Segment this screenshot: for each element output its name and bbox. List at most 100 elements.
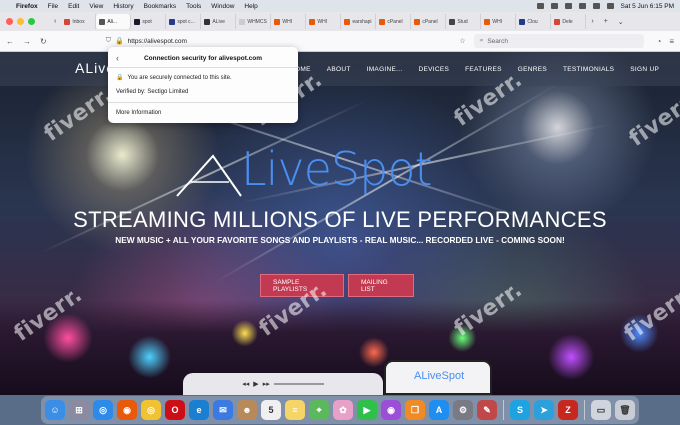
filezilla-icon[interactable]: Z	[558, 400, 578, 420]
menu-app-name[interactable]: Firefox	[16, 3, 38, 10]
player-track	[273, 383, 324, 385]
popup-title: Connection security for alivespot.com	[143, 55, 263, 62]
downloads-icon[interactable]: ▭	[591, 400, 611, 420]
shield-icon[interactable]: ⛉	[106, 37, 111, 45]
forward-arrow-icon[interactable]: →	[23, 37, 31, 46]
lock-icon: 🔒	[116, 75, 124, 81]
nav-sign-up[interactable]: SIGN UP	[630, 66, 659, 73]
search-placeholder: Search	[487, 37, 508, 45]
favicon-icon	[484, 18, 491, 25]
zoom-window-button[interactable]	[28, 18, 35, 25]
menu-help[interactable]: Help	[244, 3, 257, 10]
tab-label: WHI	[492, 18, 503, 25]
browser-tab[interactable]: Dele	[551, 14, 587, 29]
tab-label: spot	[142, 18, 152, 25]
facetime-icon[interactable]: ▶	[357, 400, 377, 420]
browser-tab[interactable]: spot c...	[166, 14, 202, 29]
browser-tab[interactable]: ALive	[201, 14, 237, 29]
browser-tab[interactable]: WHMCS	[236, 14, 272, 29]
telegram-icon[interactable]: ➤	[534, 400, 554, 420]
address-bar[interactable]: ⛉ 🔒 https://alivespot.com ☆	[106, 34, 466, 48]
launchpad-icon[interactable]: ⊞	[69, 400, 89, 420]
hero-logo: LiveSpot	[175, 142, 515, 202]
browser-tab[interactable]: cPanel	[411, 14, 447, 29]
favicon-icon	[239, 18, 246, 25]
app-store-icon[interactable]: A	[429, 400, 449, 420]
tab-list-chevron-icon[interactable]: ⌄	[618, 18, 624, 26]
browser-tab[interactable]: WHI	[306, 14, 342, 29]
browser-tab[interactable]: Ali...	[96, 14, 132, 29]
hamburger-menu-icon[interactable]: ≡	[669, 37, 674, 46]
browser-tab[interactable]: cPanel	[376, 14, 412, 29]
close-window-button[interactable]	[6, 18, 13, 25]
chrome-icon[interactable]: ◎	[141, 400, 161, 420]
safari-icon[interactable]: ◎	[93, 400, 113, 420]
browser-tab[interactable]: WHI	[271, 14, 307, 29]
nav-genres[interactable]: GENRES	[518, 66, 547, 73]
contacts-icon[interactable]: ☻	[237, 400, 257, 420]
menu-window[interactable]: Window	[211, 3, 234, 10]
nav-devices[interactable]: DEVICES	[418, 66, 449, 73]
secure-text: You are securely connected to this site.	[127, 74, 232, 81]
new-tab-plus-icon[interactable]: +	[604, 18, 608, 25]
browser-tab[interactable]: earshapi	[341, 14, 377, 29]
tray-icon[interactable]	[536, 3, 544, 9]
menu-tools[interactable]: Tools	[186, 3, 201, 10]
back-arrow-icon[interactable]: ←	[6, 37, 14, 46]
favicon-icon	[204, 18, 211, 25]
trash-icon[interactable]: 🗑	[615, 400, 635, 420]
notes-icon[interactable]: ≡	[285, 400, 305, 420]
browser-tab[interactable]: Inbox	[61, 14, 97, 29]
pocket-icon[interactable]: ◔	[656, 37, 661, 46]
podcasts-icon[interactable]: ◉	[381, 400, 401, 420]
watermark: fiverr.	[39, 82, 118, 147]
browser-tab[interactable]: WHI	[481, 14, 517, 29]
mail-icon[interactable]: ✉	[213, 400, 233, 420]
tray-icon[interactable]	[564, 3, 572, 9]
nav-about[interactable]: ABOUT	[327, 66, 351, 73]
menu-file[interactable]: File	[48, 3, 58, 10]
calendar-icon[interactable]: 5	[261, 400, 281, 420]
nav-testimonials[interactable]: TESTIMONIALS	[563, 66, 614, 73]
firefox-icon[interactable]: ◉	[117, 400, 137, 420]
skype-icon[interactable]: S	[510, 400, 530, 420]
minimize-window-button[interactable]	[17, 18, 24, 25]
search-icon[interactable]	[592, 3, 600, 9]
search-input[interactable]: ⌕ Search	[473, 34, 644, 48]
menu-edit[interactable]: Edit	[68, 3, 79, 10]
menu-history[interactable]: History	[113, 3, 133, 10]
tab-label: cPanel	[387, 18, 403, 25]
books-icon[interactable]: ❐	[405, 400, 425, 420]
photos-icon[interactable]: ✿	[333, 400, 353, 420]
browser-tab[interactable]: Stud	[446, 14, 482, 29]
lock-icon[interactable]: 🔒	[115, 37, 124, 45]
bookmark-star-icon[interactable]: ☆	[459, 37, 465, 45]
url-text[interactable]: https://alivespot.com	[128, 38, 187, 45]
system-preferences-icon[interactable]: ⚙	[453, 400, 473, 420]
secure-row: 🔒 You are securely connected to this sit…	[116, 74, 232, 82]
tray-icon[interactable]	[550, 3, 558, 9]
tab-label: WHI	[317, 18, 328, 25]
menu-bookmarks[interactable]: Bookmarks	[144, 3, 177, 10]
dock-separator	[503, 400, 504, 420]
chevron-right-icon[interactable]: ›	[591, 18, 593, 25]
menubar-clock[interactable]: Sat 5 Jun 6:15 PM	[621, 3, 674, 10]
more-information-link[interactable]: More Information	[116, 110, 161, 116]
nav-features[interactable]: FEATURES	[465, 66, 502, 73]
mailing-list-button[interactable]: MAILING LIST	[348, 274, 414, 297]
favicon-icon	[344, 18, 351, 25]
wifi-icon[interactable]	[578, 3, 586, 9]
menu-view[interactable]: View	[89, 3, 103, 10]
opera-icon[interactable]: O	[165, 400, 185, 420]
browser-tab[interactable]: spot	[131, 14, 167, 29]
browser-tab[interactable]: Clou	[516, 14, 552, 29]
reload-icon[interactable]: ↻	[40, 37, 47, 46]
photo-editor-icon[interactable]: ✎	[477, 400, 497, 420]
control-center-icon[interactable]	[606, 3, 614, 9]
tab-label: WHI	[282, 18, 293, 25]
edge-icon[interactable]: e	[189, 400, 209, 420]
finder-icon[interactable]: ☺	[45, 400, 65, 420]
maps-icon[interactable]: ⌖	[309, 400, 329, 420]
nav-imagine[interactable]: IMAGINE...	[367, 66, 403, 73]
chevron-left-icon[interactable]: ‹	[54, 18, 56, 25]
